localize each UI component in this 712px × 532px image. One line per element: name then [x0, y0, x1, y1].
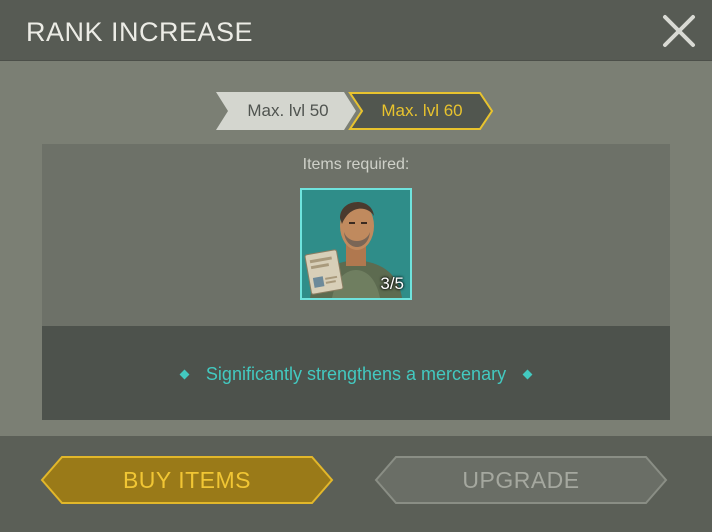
- buy-items-button[interactable]: BUY ITEMS: [40, 456, 334, 504]
- level-progression: Max. lvl 50 Max. lvl 60: [0, 92, 712, 130]
- description-area: Significantly strengthens a mercenary: [42, 326, 670, 420]
- diamond-icon: [522, 369, 533, 379]
- requirements-panel: Items required: 3/5 Significantly streng…: [42, 144, 670, 420]
- description-text: Significantly strengthens a mercenary: [205, 363, 507, 384]
- dialog-header: RANK INCREASE: [0, 0, 712, 61]
- close-icon[interactable]: [660, 12, 698, 50]
- item-count: 3/5: [380, 274, 404, 293]
- upgrade-label: UPGRADE: [462, 467, 580, 493]
- next-level-label: Max. lvl 60: [381, 101, 463, 120]
- rank-increase-dialog: RANK INCREASE Max. lvl 50 Max. lvl 60 It…: [0, 0, 712, 532]
- dialog-footer: BUY ITEMS UPGRADE: [0, 436, 712, 532]
- upgrade-button[interactable]: UPGRADE: [374, 456, 668, 504]
- items-required-label: Items required:: [302, 156, 410, 173]
- required-item-card[interactable]: 3/5: [300, 188, 412, 300]
- description-row: Significantly strengthens a mercenary: [42, 354, 670, 394]
- current-level-label: Max. lvl 50: [247, 101, 329, 120]
- buy-items-label: BUY ITEMS: [122, 467, 252, 493]
- diamond-icon: [179, 369, 190, 379]
- dialog-title: RANK INCREASE: [26, 17, 254, 47]
